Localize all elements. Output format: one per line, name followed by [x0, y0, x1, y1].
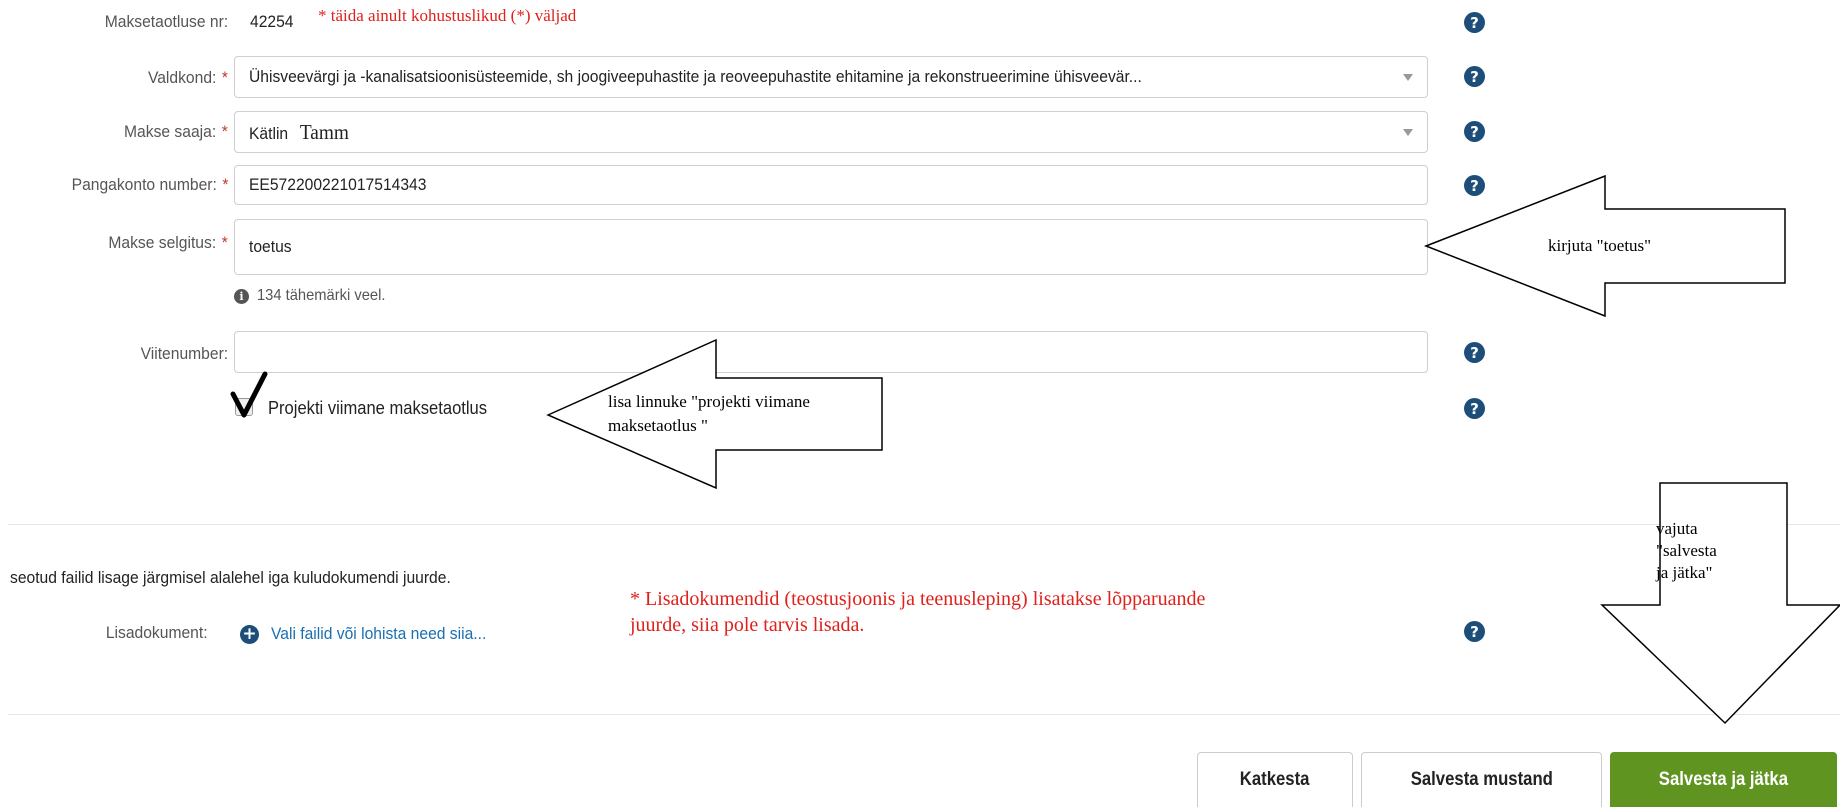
help-icon[interactable]: ? [1464, 342, 1485, 363]
payment-request-nr-value: 42254 [250, 12, 294, 31]
field-select[interactable]: Ühisveevärgi ja -kanalisatsioonisüsteemi… [234, 56, 1428, 98]
payee-label: Makse saaja: * [124, 122, 228, 141]
plus-icon: + [240, 624, 259, 644]
help-icon[interactable]: ? [1464, 621, 1485, 642]
payee-select-value: Kätlin Tamm [249, 119, 349, 144]
extra-documents-note: * Lisadokumendid (teostusjoonis ja teenu… [630, 588, 1206, 636]
help-icon[interactable]: ? [1464, 12, 1485, 33]
chars-remaining: i 134 tähemärki veel. [234, 287, 397, 305]
bank-account-value: EE572200221017514343 [249, 175, 427, 194]
bank-account-input[interactable]: EE572200221017514343 [234, 165, 1428, 205]
help-icon[interactable]: ? [1464, 121, 1485, 142]
last-request-checkbox[interactable] [235, 398, 253, 416]
payment-request-nr-label: Maksetaotluse nr: [104, 12, 228, 31]
help-icon[interactable]: ? [1464, 175, 1485, 196]
divider [8, 524, 1840, 525]
save-draft-button[interactable]: Salvesta mustand [1361, 752, 1602, 807]
annotation-press-save: vajuta "salvesta ja jätka" [1656, 519, 1717, 582]
help-icon[interactable]: ? [1464, 66, 1485, 87]
info-icon: i [234, 288, 249, 304]
chevron-down-icon [1403, 74, 1413, 81]
explanation-textarea[interactable]: toetus [234, 219, 1428, 275]
help-icon[interactable]: ? [1464, 398, 1485, 419]
annotation-arrow-down [1600, 482, 1840, 725]
annotation-add-checkmark: lisa linnuke "projekti viimane maksetaot… [608, 392, 810, 435]
chevron-down-icon [1403, 129, 1413, 136]
annotation-write-toetus: kirjuta "toetus" [1548, 236, 1652, 255]
divider [8, 714, 1840, 715]
required-fields-note: * täida ainult kohustuslikud (*) väljad [318, 6, 577, 25]
files-info-text: seotud failid lisage järgmisel alalehel … [10, 568, 451, 587]
bank-account-label: Pangakonto number: * [71, 175, 228, 194]
explanation-value: toetus [249, 237, 292, 256]
save-continue-button[interactable]: Salvesta ja jätka [1610, 752, 1837, 807]
reference-label: Viitenumber: [140, 344, 228, 363]
last-request-label[interactable]: Projekti viimane maksetaotlus [268, 398, 487, 419]
upload-link[interactable]: + Vali failid või lohista need siia... [240, 624, 505, 644]
cancel-button[interactable]: Katkesta [1197, 752, 1353, 807]
payee-select[interactable]: Kätlin Tamm [234, 111, 1428, 153]
field-select-value: Ühisveevärgi ja -kanalisatsioonisüsteemi… [249, 67, 1142, 86]
attachment-label: Lisadokument: [106, 623, 208, 642]
reference-input[interactable] [234, 331, 1428, 373]
explanation-label: Makse selgitus: * [108, 233, 228, 252]
field-label: Valdkond: * [147, 68, 228, 87]
